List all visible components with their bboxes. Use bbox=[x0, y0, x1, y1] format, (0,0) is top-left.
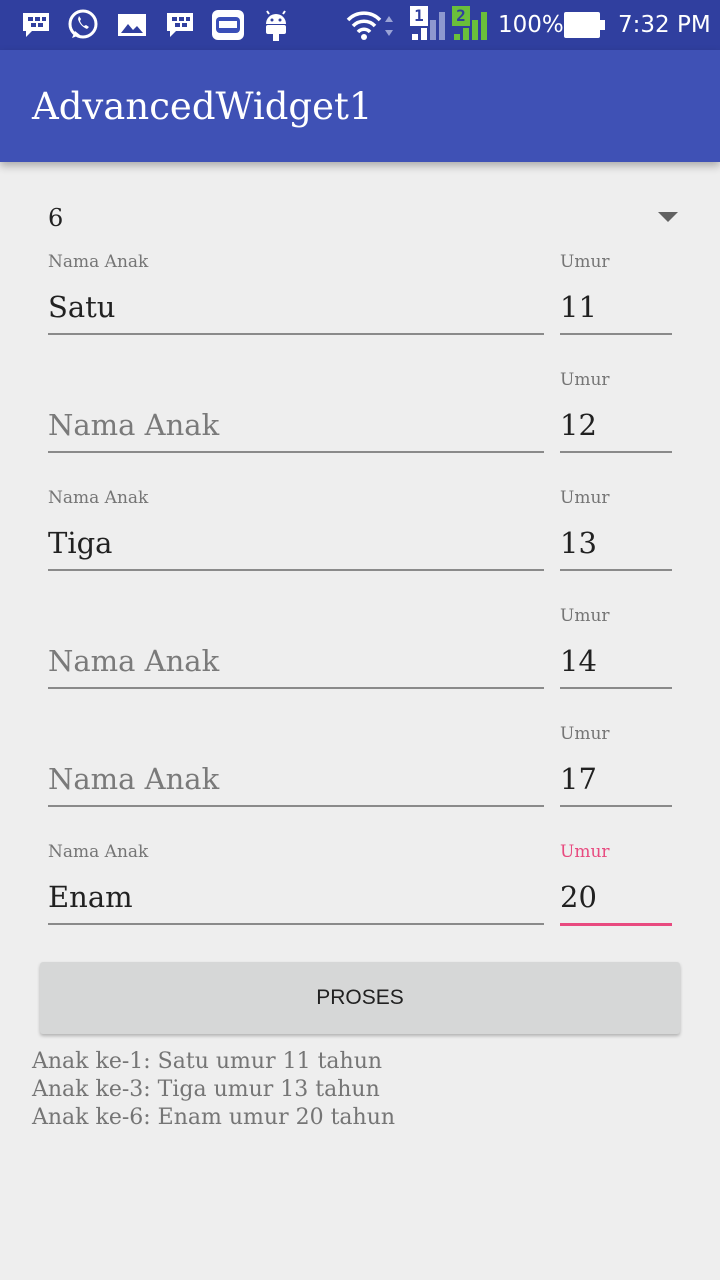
age-field-value: 11 bbox=[560, 290, 597, 324]
proses-button[interactable]: PROSES bbox=[40, 962, 680, 1034]
name-field-value: Enam bbox=[48, 880, 133, 914]
result-line: Anak ke-6: Enam umur 20 tahun bbox=[32, 1105, 396, 1130]
field-underline bbox=[560, 687, 672, 689]
whatsapp-icon bbox=[68, 9, 98, 39]
battery-percent: 100% bbox=[498, 12, 564, 38]
battery-icon bbox=[564, 12, 605, 38]
spinner-value: 6 bbox=[48, 204, 64, 232]
age-field-label: Umur bbox=[560, 370, 610, 390]
result-line: Anak ke-1: Satu umur 11 tahun bbox=[32, 1049, 383, 1074]
age-field-value: 17 bbox=[560, 762, 597, 796]
wifi-icon bbox=[346, 11, 393, 40]
age-field-value: 12 bbox=[560, 408, 597, 442]
child-count-spinner[interactable]: 6 bbox=[48, 200, 680, 242]
app-bar: AdvancedWidget1 bbox=[0, 50, 720, 162]
bbm-icon bbox=[23, 13, 49, 37]
age-field-value: 13 bbox=[560, 526, 597, 560]
field-underline bbox=[560, 923, 672, 926]
status-bar: 1 2 100% 7:32 PM bbox=[0, 0, 720, 50]
age-field-value: 20 bbox=[560, 880, 597, 914]
age-field[interactable]: Umur 17 bbox=[560, 722, 672, 810]
field-underline bbox=[48, 451, 544, 453]
name-field[interactable]: Nama Anak Tiga bbox=[48, 486, 544, 574]
name-field[interactable]: Nama Anak Enam bbox=[48, 840, 544, 928]
name-field-label: Nama Anak bbox=[48, 842, 149, 862]
result-line: Anak ke-3: Tiga umur 13 tahun bbox=[32, 1077, 380, 1102]
age-field-label: Umur bbox=[560, 724, 610, 744]
age-field[interactable]: Umur 14 bbox=[560, 604, 672, 692]
gallery-icon bbox=[118, 14, 146, 36]
age-field[interactable]: Umur 11 bbox=[560, 250, 672, 338]
field-underline bbox=[48, 923, 544, 925]
sim1-badge: 1 bbox=[410, 6, 428, 26]
sim2-signal-icon: 2 bbox=[452, 6, 494, 44]
name-field-value: Tiga bbox=[48, 526, 113, 560]
age-field[interactable]: Umur 20 bbox=[560, 840, 672, 928]
field-underline bbox=[48, 687, 544, 689]
name-field-hint: Nama Anak bbox=[48, 644, 220, 678]
game-icon bbox=[212, 10, 244, 40]
age-field-label: Umur bbox=[560, 842, 610, 862]
age-field[interactable]: Umur 12 bbox=[560, 368, 672, 456]
name-field[interactable]: Nama Anak bbox=[48, 604, 544, 692]
name-field-hint: Nama Anak bbox=[48, 762, 220, 796]
sim2-badge: 2 bbox=[452, 6, 470, 26]
age-field-label: Umur bbox=[560, 488, 610, 508]
field-underline bbox=[48, 805, 544, 807]
name-field[interactable]: Nama Anak bbox=[48, 368, 544, 456]
field-underline bbox=[560, 805, 672, 807]
android-icon bbox=[266, 10, 286, 41]
name-field-hint: Nama Anak bbox=[48, 408, 220, 442]
age-field-label: Umur bbox=[560, 606, 610, 626]
app-title: AdvancedWidget1 bbox=[32, 85, 373, 128]
name-field-label: Nama Anak bbox=[48, 488, 149, 508]
clock: 7:32 PM bbox=[618, 12, 711, 38]
name-field[interactable]: Nama Anak bbox=[48, 722, 544, 810]
name-field-value: Satu bbox=[48, 290, 116, 324]
field-underline bbox=[560, 451, 672, 453]
field-underline bbox=[560, 333, 672, 335]
result-text: Anak ke-1: Satu umur 11 tahun Anak ke-3:… bbox=[32, 1048, 692, 1132]
field-underline bbox=[560, 569, 672, 571]
sim1-signal-icon: 1 bbox=[410, 6, 452, 44]
dropdown-arrow-icon bbox=[658, 212, 678, 222]
name-field-label: Nama Anak bbox=[48, 252, 149, 272]
age-field-label: Umur bbox=[560, 252, 610, 272]
field-underline bbox=[48, 333, 544, 335]
age-field-value: 14 bbox=[560, 644, 597, 678]
bbm-icon bbox=[167, 13, 193, 37]
name-field[interactable]: Nama Anak Satu bbox=[48, 250, 544, 338]
field-underline bbox=[48, 569, 544, 571]
age-field[interactable]: Umur 13 bbox=[560, 486, 672, 574]
